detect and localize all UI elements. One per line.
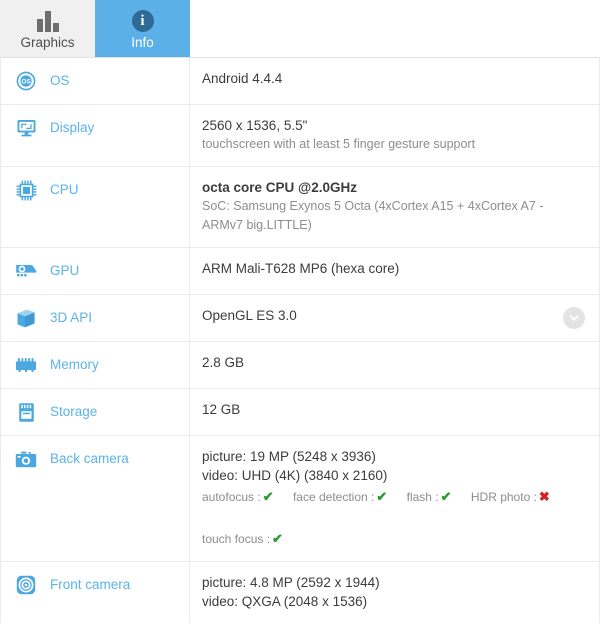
table-row: Display 2560 x 1536, 5.5" touchscreen wi… <box>1 105 599 167</box>
table-row: Front camera picture: 4.8 MP (2592 x 194… <box>1 562 599 623</box>
tab-graphics[interactable]: Graphics <box>0 0 95 57</box>
cpu-icon <box>15 179 37 201</box>
value-main: OpenGL ES 3.0 <box>202 308 297 323</box>
row-label-text: Back camera <box>50 451 129 466</box>
tab-bar: Graphics i Info <box>0 0 600 57</box>
value-main: picture: 19 MP (5248 x 3936) <box>202 449 376 464</box>
value-main-2: video: UHD (4K) (3840 x 2160) <box>202 468 388 483</box>
check-icon: ✔ <box>376 489 388 504</box>
row-value-gpu: ARM Mali-T628 MP6 (hexa core) <box>190 248 599 294</box>
tab-graphics-label: Graphics <box>20 34 75 50</box>
table-row: Back camera picture: 19 MP (5248 x 3936)… <box>1 436 599 562</box>
table-row: OS OS Android 4.4.4 <box>1 58 599 105</box>
row-label-text: Display <box>50 120 95 135</box>
row-value-front-camera: picture: 4.8 MP (2592 x 1944) video: QXG… <box>190 562 599 623</box>
row-value-storage: 12 GB <box>190 389 599 435</box>
value-main: ARM Mali-T628 MP6 (hexa core) <box>202 261 400 276</box>
feature-touch-focus: touch focus : ✔ <box>202 529 283 549</box>
row-label-front-camera: Front camera <box>1 562 190 623</box>
row-label-text: OS <box>50 73 70 88</box>
check-icon: ✔ <box>262 489 274 504</box>
row-label-memory: Memory <box>1 342 190 388</box>
check-icon: ✔ <box>272 531 283 546</box>
table-row: Memory 2.8 GB <box>1 342 599 389</box>
value-main: 2560 x 1536, 5.5" <box>202 118 308 133</box>
row-label-cpu: CPU <box>1 167 190 247</box>
os-icon: OS <box>15 70 37 92</box>
row-label-text: 3D API <box>50 310 93 325</box>
row-label-text: Memory <box>50 357 99 372</box>
value-main: picture: 4.8 MP (2592 x 1944) <box>202 575 380 590</box>
row-value-3d-api: OpenGL ES 3.0 <box>190 295 599 341</box>
value-main-2: video: QXGA (2048 x 1536) <box>202 594 368 609</box>
cross-icon: ✖ <box>538 489 550 504</box>
spec-table: OS OS Android 4.4.4 Display 2560 x 1536,… <box>0 57 600 623</box>
row-label-text: GPU <box>50 263 80 278</box>
feature-face-detection: face detection : ✔ <box>293 487 387 507</box>
row-value-display: 2560 x 1536, 5.5" touchscreen with at le… <box>190 105 599 166</box>
device-spec-panel: Graphics i Info OS OS Android 4.4.4 Disp… <box>0 0 600 623</box>
check-icon: ✔ <box>440 489 452 504</box>
row-label-os: OS OS <box>1 58 190 104</box>
row-label-back-camera: Back camera <box>1 436 190 561</box>
feature-label: flash : <box>406 490 439 504</box>
table-row: Storage 12 GB <box>1 389 599 436</box>
row-label-text: Storage <box>50 404 98 419</box>
table-row: 3D API OpenGL ES 3.0 <box>1 295 599 342</box>
value-sub: SoC: Samsung Exynos 5 Octa (4xCortex A15… <box>202 199 544 232</box>
front-camera-icon <box>15 574 37 596</box>
row-label-text: Front camera <box>50 577 131 592</box>
camera-feature-list-2: touch focus : ✔ <box>202 529 583 549</box>
camera-feature-list: autofocus : ✔ face detection : ✔ flash : ✔ … <box>202 487 583 507</box>
chevron-down-icon[interactable] <box>563 307 585 329</box>
value-main: Android 4.4.4 <box>202 71 283 86</box>
memory-icon <box>15 354 37 376</box>
back-camera-icon <box>15 448 37 470</box>
row-label-gpu: GPU <box>1 248 190 294</box>
row-label-text: CPU <box>50 182 79 197</box>
row-value-back-camera: picture: 19 MP (5248 x 3936) video: UHD … <box>190 436 599 561</box>
row-value-os: Android 4.4.4 <box>190 58 599 104</box>
feature-flash: flash : ✔ <box>407 487 452 507</box>
feature-label: touch focus : <box>202 532 271 546</box>
display-icon <box>15 117 37 139</box>
cube-icon <box>15 307 37 329</box>
row-value-memory: 2.8 GB <box>190 342 599 388</box>
tab-info[interactable]: i Info <box>95 0 190 57</box>
row-value-cpu: octa core CPU @2.0GHz SoC: Samsung Exyno… <box>190 167 599 247</box>
feature-hdr-photo: HDR photo : ✖ <box>471 487 550 507</box>
row-label-storage: Storage <box>1 389 190 435</box>
feature-label: HDR photo : <box>470 490 537 504</box>
tab-info-label: Info <box>131 34 154 50</box>
value-main: 2.8 GB <box>202 355 245 370</box>
feature-label: autofocus : <box>202 490 261 504</box>
value-sub: touchscreen with at least 5 finger gestu… <box>202 137 476 151</box>
storage-icon <box>15 401 37 423</box>
value-main: octa core CPU @2.0GHz <box>202 180 357 195</box>
tab-bar-filler <box>190 0 600 57</box>
feature-label: face detection : <box>292 490 375 504</box>
value-main: 12 GB <box>202 402 241 417</box>
row-label-3d-api: 3D API <box>1 295 190 341</box>
table-row: CPU octa core CPU @2.0GHz SoC: Samsung E… <box>1 167 599 248</box>
info-circle-icon: i <box>131 8 154 32</box>
gpu-icon <box>15 260 37 282</box>
bar-chart-icon <box>36 8 59 32</box>
svg-text:OS: OS <box>21 79 31 86</box>
row-label-display: Display <box>1 105 190 166</box>
table-row: GPU ARM Mali-T628 MP6 (hexa core) <box>1 248 599 295</box>
feature-autofocus: autofocus : ✔ <box>202 487 274 507</box>
